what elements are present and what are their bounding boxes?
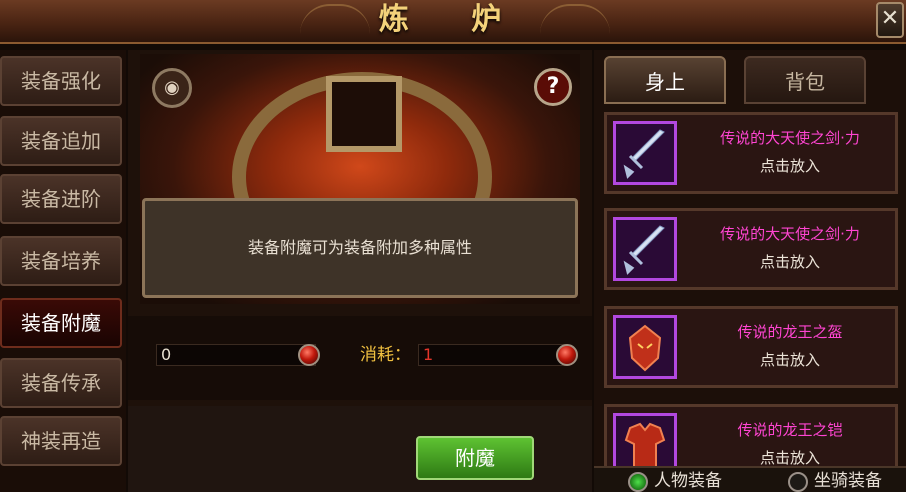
list-item[interactable]: 传说的龙王之盔 点击放入 xyxy=(604,306,898,388)
enchant-button[interactable]: 附魔 xyxy=(416,436,534,480)
equipment-panel: 身上 背包 传说的大天使之剑·力 点击放入 传说的大天使之剑·力 点击放入 传说… xyxy=(594,50,906,492)
filter-character-label[interactable]: 人物装备 xyxy=(654,470,722,492)
forge-panel: ◉ ? 装备附魔可为装备附加多种属性 0 消耗： 1 附魔 xyxy=(128,50,592,492)
nav-item-append[interactable]: 装备追加 xyxy=(0,116,122,166)
item-name: 传说的龙王之铠 xyxy=(737,421,843,439)
nav-item-enhance[interactable]: 装备强化 xyxy=(0,56,122,106)
item-action: 点击放入 xyxy=(759,157,820,175)
filter-mount-label[interactable]: 坐骑装备 xyxy=(814,470,882,492)
eye-icon[interactable]: ◉ xyxy=(152,68,192,108)
list-item[interactable]: 传说的大天使之剑·力 点击放入 xyxy=(604,208,898,290)
equipment-list: 传说的大天使之剑·力 点击放入 传说的大天使之剑·力 点击放入 传说的龙王之盔 … xyxy=(600,108,900,492)
item-action: 点击放入 xyxy=(759,449,820,467)
action-area: 附魔 xyxy=(128,406,592,492)
item-name: 传说的大天使之剑·力 xyxy=(720,129,860,147)
filter-bar: 人物装备 坐骑装备 xyxy=(594,466,906,492)
cost-row: 0 消耗： 1 xyxy=(128,316,592,400)
equipment-slot[interactable] xyxy=(326,76,402,152)
nav-item-inherit[interactable]: 装备传承 xyxy=(0,358,122,408)
cost-value: 1 xyxy=(418,344,566,366)
nav-item-advance[interactable]: 装备进阶 xyxy=(0,174,122,224)
left-nav: 装备强化 装备追加 装备进阶 装备培养 装备附魔 装备传承 神装再造 xyxy=(0,50,126,492)
close-button[interactable]: ✕ xyxy=(876,2,904,38)
gem-icon xyxy=(556,344,578,366)
help-button[interactable]: ? xyxy=(534,68,572,106)
list-item[interactable]: 传说的大天使之剑·力 点击放入 xyxy=(604,112,898,194)
gem-icon xyxy=(298,344,320,366)
tab-equipped[interactable]: 身上 xyxy=(604,56,726,104)
filter-character-radio[interactable] xyxy=(628,472,648,492)
item-name: 传说的龙王之盔 xyxy=(737,323,843,341)
close-icon: ✕ xyxy=(880,6,900,31)
cost-label: 消耗： xyxy=(360,345,411,365)
sword-icon xyxy=(613,217,677,281)
item-name: 传说的大天使之剑·力 xyxy=(720,225,860,243)
nav-item-remake[interactable]: 神装再造 xyxy=(0,416,122,466)
item-action: 点击放入 xyxy=(759,351,820,369)
filter-mount-radio[interactable] xyxy=(788,472,808,492)
sword-icon xyxy=(613,121,677,185)
nav-item-enchant[interactable]: 装备附魔 xyxy=(0,298,122,348)
owned-value: 0 xyxy=(156,344,316,366)
description-box: 装备附魔可为装备附加多种属性 xyxy=(142,198,578,298)
title-bar: 炼 炉 ✕ xyxy=(0,0,906,44)
window-title: 炼 炉 xyxy=(378,2,528,37)
helmet-icon xyxy=(613,315,677,379)
eye-glyph: ◉ xyxy=(164,77,180,98)
tab-bag[interactable]: 背包 xyxy=(744,56,866,104)
nav-item-cultivate[interactable]: 装备培养 xyxy=(0,236,122,286)
item-action: 点击放入 xyxy=(759,253,820,271)
